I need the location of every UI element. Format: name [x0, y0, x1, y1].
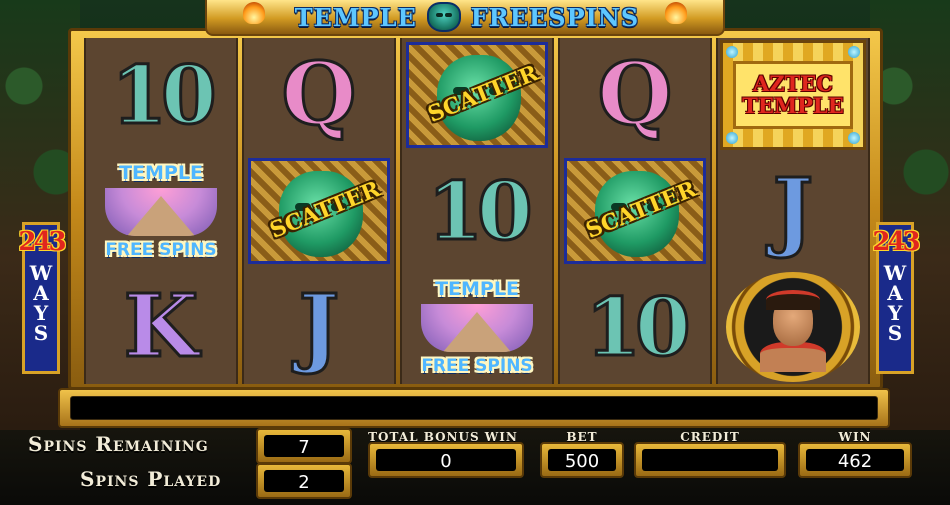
- win-box: 462: [798, 442, 912, 478]
- ways-label: WAYS: [29, 261, 53, 341]
- reel-cell: K: [86, 270, 236, 384]
- jade-mask-icon: [426, 2, 461, 32]
- total-bonus-win-value: 0: [376, 449, 516, 472]
- reel-cell: TEMPLE FREE SPINS: [402, 270, 552, 384]
- temple-free-spins-line1: TEMPLE: [435, 278, 519, 300]
- reel-grid: 10 TEMPLE FREE SPINS K Q SCATTER J SCATTER 10 TEM…: [84, 38, 870, 384]
- scatter-symbol: SCATTER: [564, 158, 706, 264]
- symbol-10: 10: [426, 164, 534, 258]
- game-background: TEMPLE FREESPINS 10 TEMPLE FREE SPINS K Q SCA…: [0, 0, 950, 505]
- warrior-hair: [766, 290, 820, 310]
- scatter-symbol: SCATTER: [406, 42, 548, 148]
- reel-cell: J: [244, 270, 394, 384]
- gem-icon: [726, 46, 738, 58]
- credit-value: [642, 449, 778, 471]
- spins-remaining-value: 7: [264, 435, 344, 458]
- reel-cell: J: [718, 154, 868, 268]
- reel-cell: SCATTER: [402, 38, 552, 152]
- aztec-temple-plate: AZTEC TEMPLE: [733, 61, 853, 129]
- pyramid-icon: [421, 304, 533, 352]
- reel-cell: SCATTER: [560, 154, 710, 268]
- temple-free-spins-symbol: TEMPLE FREE SPINS: [90, 158, 232, 264]
- gem-icon: [848, 132, 860, 144]
- ways-badge-right: 243 WAYS: [872, 222, 921, 374]
- spins-played-value: 2: [264, 470, 344, 493]
- reel-cell: AZTEC TEMPLE: [718, 38, 868, 152]
- ways-label: WAYS: [883, 261, 907, 341]
- reel-4: Q SCATTER 10: [558, 38, 712, 384]
- ways-number: 243: [18, 227, 66, 257]
- symbol-j: J: [297, 276, 341, 377]
- spins-played-label: Spins Played: [80, 467, 222, 491]
- temple-free-spins-symbol: TEMPLE FREE SPINS: [406, 274, 548, 380]
- reel-cell: 10: [86, 38, 236, 152]
- spins-remaining-label: Spins Remaining: [28, 432, 209, 456]
- scatter-symbol: SCATTER: [248, 158, 390, 264]
- gem-icon: [848, 46, 860, 58]
- reel-2: Q SCATTER J: [242, 38, 396, 384]
- bet-box[interactable]: 500: [540, 442, 624, 478]
- warrior-body: [760, 342, 826, 372]
- message-bar: [58, 388, 890, 428]
- aztec-temple-line2: TEMPLE: [742, 93, 844, 118]
- symbol-10: 10: [584, 280, 692, 374]
- reel-5: AZTEC TEMPLE J: [716, 38, 870, 384]
- reel-1: 10 TEMPLE FREE SPINS K: [84, 38, 238, 384]
- symbol-10: 10: [110, 48, 218, 142]
- reel-cell: 10: [402, 154, 552, 268]
- reel-cell: [718, 270, 868, 384]
- aztec-temple-line1: AZTEC: [753, 70, 833, 96]
- symbol-q: Q: [596, 44, 674, 145]
- spins-played-box: 2: [256, 463, 352, 499]
- reel-cell: SCATTER: [244, 154, 394, 268]
- gem-icon: [726, 132, 738, 144]
- ways-badge-left: 243 WAYS: [18, 222, 67, 374]
- message-text: [70, 396, 878, 420]
- reel-cell: TEMPLE FREE SPINS: [86, 154, 236, 268]
- title-freespins: FREESPINS: [470, 2, 640, 32]
- credit-box: [634, 442, 786, 478]
- pyramid-icon: [105, 188, 217, 236]
- temple-free-spins-line2: FREE SPINS: [105, 240, 217, 260]
- aztec-warrior-symbol: [726, 272, 860, 382]
- win-value: 462: [806, 449, 904, 472]
- reel-cell: Q: [560, 38, 710, 152]
- bet-value: 500: [548, 449, 616, 472]
- title-banner: TEMPLE FREESPINS: [205, 0, 725, 36]
- total-bonus-win-box: 0: [368, 442, 524, 478]
- symbol-q: Q: [280, 44, 358, 145]
- ways-number: 243: [872, 227, 920, 257]
- reel-cell: Q: [244, 38, 394, 152]
- temple-free-spins-line2: FREE SPINS: [421, 356, 533, 376]
- temple-free-spins-line1: TEMPLE: [119, 162, 203, 184]
- aztec-temple-symbol: AZTEC TEMPLE: [720, 40, 866, 150]
- symbol-k: K: [122, 276, 200, 377]
- spins-remaining-box: 7: [256, 428, 352, 464]
- reel-cell: 10: [560, 270, 710, 384]
- reel-3: SCATTER 10 TEMPLE FREE SPINS: [400, 38, 554, 384]
- title-temple: TEMPLE: [294, 2, 417, 32]
- symbol-j: J: [771, 160, 815, 261]
